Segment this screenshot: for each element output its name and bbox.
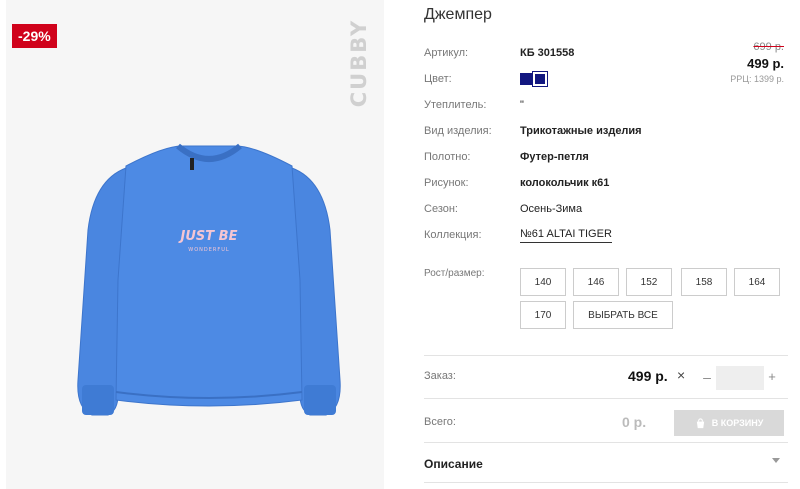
- collection-link[interactable]: №61 ALTAI TIGER: [520, 226, 612, 243]
- multiply-icon: ×: [677, 367, 686, 383]
- color-swatch-selected[interactable]: [532, 71, 548, 87]
- size-button-164[interactable]: 164: [734, 268, 780, 296]
- spec-value: КБ 301558: [520, 47, 575, 59]
- spec-label: Полотно:: [424, 151, 471, 163]
- divider: [424, 355, 788, 356]
- spec-label: Вид изделия:: [424, 125, 492, 137]
- size-button-152[interactable]: 152: [626, 268, 672, 296]
- brand-logo-text: CUBBY: [347, 18, 371, 108]
- size-button-140[interactable]: 140: [520, 268, 566, 296]
- divider: [424, 398, 788, 399]
- divider: [424, 482, 788, 483]
- old-price: 699 р.: [753, 41, 784, 53]
- order-label: Заказ:: [424, 370, 456, 382]
- product-details: Джемпер 699 р. 499 р. РРЦ: 1399 р. Артик…: [424, 0, 800, 489]
- current-price: 499 р.: [747, 56, 784, 71]
- spec-value: колокольчик к61: [520, 177, 610, 189]
- garment-print-subtext: WONDERFUL: [188, 247, 229, 253]
- quantity-increment-button[interactable]: +: [764, 366, 780, 388]
- spec-label: Коллекция:: [424, 229, 482, 241]
- product-photo-sweatshirt: JUST BE WONDERFUL: [77, 143, 341, 416]
- order-unit-price: 499 р.: [628, 368, 668, 384]
- color-swatch[interactable]: [520, 73, 532, 85]
- spec-label: Рисунок:: [424, 177, 469, 189]
- add-to-cart-button[interactable]: В КОРЗИНУ: [674, 410, 784, 436]
- spec-color: Цвет:: [424, 70, 624, 88]
- size-button-158[interactable]: 158: [681, 268, 727, 296]
- size-button-146[interactable]: 146: [573, 268, 619, 296]
- cart-icon: [696, 417, 704, 428]
- spec-label: Артикул:: [424, 47, 469, 59]
- spec-label: Утеплитель:: [424, 99, 487, 111]
- select-all-sizes-button[interactable]: ВЫБРАТЬ ВСЕ: [573, 301, 673, 329]
- product-image-panel: -29% CUBBY JUST BE WONDERFUL: [6, 0, 384, 489]
- chevron-down-icon[interactable]: [772, 458, 780, 463]
- discount-badge: -29%: [12, 24, 57, 48]
- color-swatches: [520, 71, 548, 87]
- product-title: Джемпер: [424, 6, 492, 23]
- recommended-retail-price: РРЦ: 1399 р.: [730, 74, 784, 84]
- total-value: 0 р.: [622, 414, 647, 430]
- quantity-decrement-button[interactable]: –: [700, 366, 714, 388]
- add-to-cart-label: В КОРЗИНУ: [711, 418, 764, 428]
- total-label: Всего:: [424, 416, 456, 428]
- spec-label: Сезон:: [424, 203, 458, 215]
- quantity-input[interactable]: [716, 366, 764, 390]
- spec-value: ": [520, 99, 524, 111]
- spec-value: Трикотажные изделия: [520, 125, 642, 137]
- brand-logo: CUBBY: [344, 14, 374, 112]
- size-button-170[interactable]: 170: [520, 301, 566, 329]
- spec-value: Осень-Зима: [520, 203, 583, 215]
- divider: [424, 442, 788, 443]
- spec-label: Цвет:: [424, 73, 452, 85]
- size-label: Рост/размер:: [424, 268, 485, 279]
- garment-print-text: JUST BE: [178, 229, 238, 244]
- description-toggle[interactable]: Описание: [424, 457, 483, 471]
- spec-value: Футер-петля: [520, 151, 589, 163]
